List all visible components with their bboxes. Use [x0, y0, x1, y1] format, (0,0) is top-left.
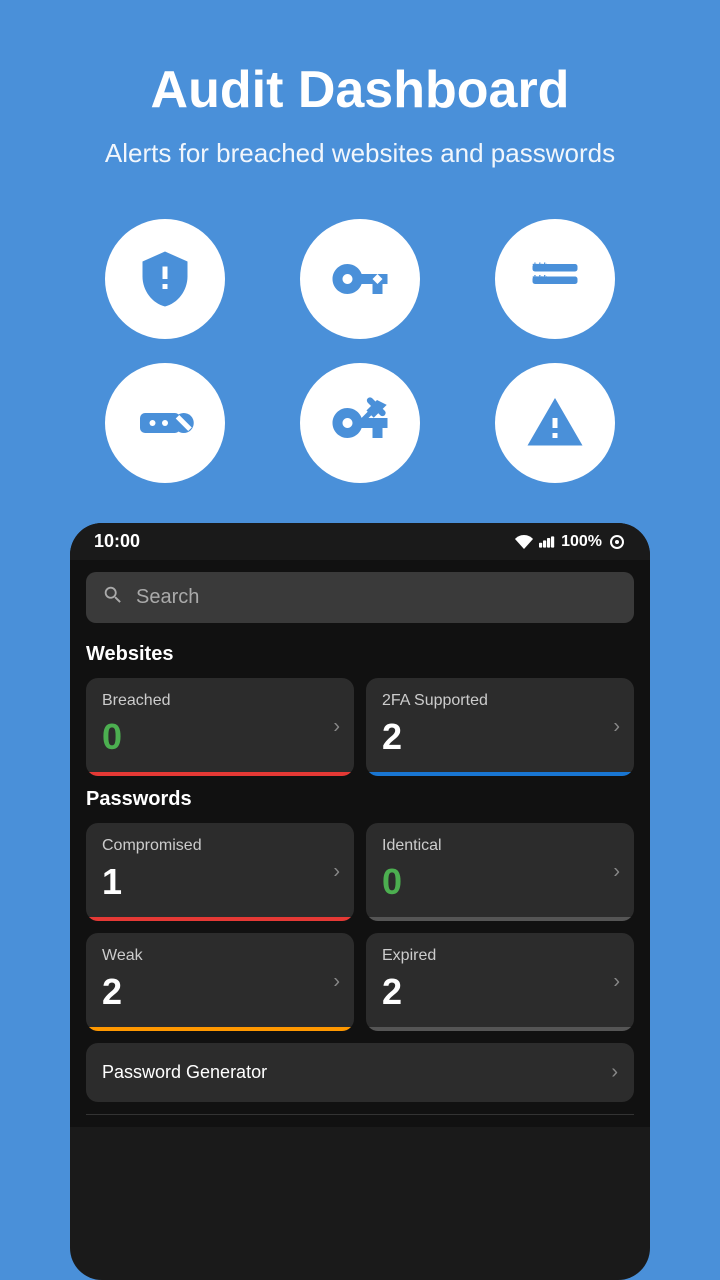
- phone-frame: 10:00 100% Search Websites Breached 0 ›: [70, 523, 650, 1280]
- password-generator-label: Password Generator: [102, 1062, 267, 1083]
- passwords-section-label: Passwords: [86, 788, 634, 811]
- svg-text:***: ***: [532, 273, 547, 287]
- weak-label: Weak: [102, 947, 338, 965]
- websites-section-label: Websites: [86, 643, 634, 666]
- identical-card[interactable]: Identical 0 ›: [366, 823, 634, 921]
- 2fa-bar: [366, 772, 634, 776]
- page-subtitle: Alerts for breached websites and passwor…: [40, 138, 680, 169]
- expired-value: 2: [382, 971, 618, 1013]
- breached-bar: [86, 772, 354, 776]
- status-icons: 100%: [515, 533, 626, 551]
- status-bar: 10:00 100%: [70, 523, 650, 560]
- compromised-card[interactable]: Compromised 1 ›: [86, 823, 354, 921]
- header-section: Audit Dashboard Alerts for breached webs…: [0, 0, 720, 199]
- compromised-arrow: ›: [333, 861, 340, 884]
- phone-content: Search Websites Breached 0 › 2FA Support…: [70, 560, 650, 1127]
- password-generator-arrow: ›: [611, 1061, 618, 1084]
- websites-cards-grid: Breached 0 › 2FA Supported 2 ›: [86, 678, 634, 776]
- warning-triangle-icon[interactable]: [495, 363, 615, 483]
- compromised-label: Compromised: [102, 837, 338, 855]
- identical-value: 0: [382, 861, 618, 903]
- expired-label: Expired: [382, 947, 618, 965]
- breached-label: Breached: [102, 692, 338, 710]
- weak-bar: [86, 1027, 354, 1031]
- key-rotate-icon[interactable]: [300, 219, 420, 339]
- weak-card[interactable]: Weak 2 ›: [86, 933, 354, 1031]
- password-generator-row[interactable]: Password Generator ›: [86, 1043, 634, 1102]
- key-broken-icon[interactable]: [300, 363, 420, 483]
- battery-text: 100%: [561, 533, 602, 551]
- identical-bar: [366, 917, 634, 921]
- page-title: Audit Dashboard: [40, 60, 680, 120]
- 2fa-arrow: ›: [613, 716, 620, 739]
- 2fa-label: 2FA Supported: [382, 692, 618, 710]
- feature-icons-grid: *** ***: [0, 199, 720, 523]
- 2fa-supported-card[interactable]: 2FA Supported 2 ›: [366, 678, 634, 776]
- expired-card[interactable]: Expired 2 ›: [366, 933, 634, 1031]
- shield-alert-icon[interactable]: [105, 219, 225, 339]
- weak-arrow: ›: [333, 971, 340, 994]
- breached-value: 0: [102, 716, 338, 758]
- weak-value: 2: [102, 971, 338, 1013]
- expired-arrow: ›: [613, 971, 620, 994]
- password-denied-icon[interactable]: [105, 363, 225, 483]
- search-placeholder: Search: [136, 586, 199, 609]
- password-hash-icon[interactable]: *** ***: [495, 219, 615, 339]
- breached-arrow: ›: [333, 716, 340, 739]
- search-icon: [102, 584, 124, 611]
- search-bar[interactable]: Search: [86, 572, 634, 623]
- status-time: 10:00: [94, 531, 140, 552]
- compromised-bar: [86, 917, 354, 921]
- identical-label: Identical: [382, 837, 618, 855]
- 2fa-value: 2: [382, 716, 618, 758]
- breached-card[interactable]: Breached 0 ›: [86, 678, 354, 776]
- compromised-value: 1: [102, 861, 338, 903]
- bottom-divider: [86, 1114, 634, 1115]
- passwords-cards-grid: Compromised 1 › Identical 0 › Weak 2 › E…: [86, 823, 634, 1031]
- identical-arrow: ›: [613, 861, 620, 884]
- expired-bar: [366, 1027, 634, 1031]
